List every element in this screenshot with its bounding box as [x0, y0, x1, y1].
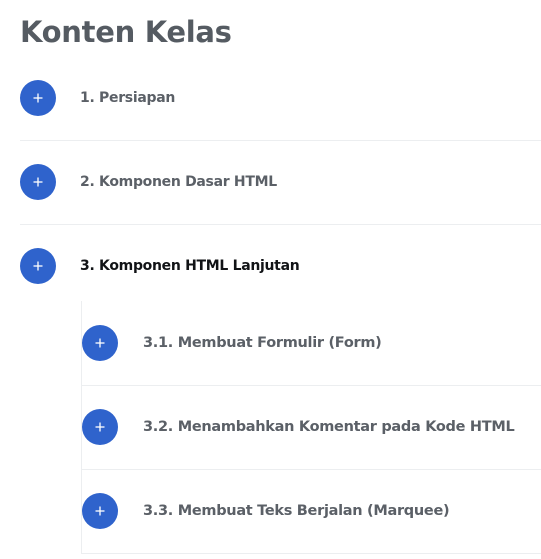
expand-subsection-button[interactable]	[82, 493, 118, 529]
expand-subsection-button[interactable]	[82, 325, 118, 361]
plus-icon	[33, 177, 43, 187]
plus-icon	[33, 261, 43, 271]
plus-icon	[95, 338, 105, 348]
section-label: 1. Persiapan	[80, 90, 176, 106]
section-label: 2. Komponen Dasar HTML	[80, 174, 277, 190]
expand-subsection-button[interactable]	[82, 409, 118, 445]
expand-section-button[interactable]	[20, 80, 56, 116]
plus-icon	[33, 93, 43, 103]
page-title: Konten Kelas	[20, 15, 232, 49]
subsection-menambahkan-komentar[interactable]: 3.2. Menambahkan Komentar pada Kode HTML	[81, 385, 541, 470]
plus-icon	[95, 422, 105, 432]
subsection-label: 3.2. Menambahkan Komentar pada Kode HTML	[143, 419, 515, 435]
subsection-membuat-formulir[interactable]: 3.1. Membuat Formulir (Form)	[81, 301, 541, 386]
section-komponen-dasar-html[interactable]: 2. Komponen Dasar HTML	[20, 140, 541, 225]
section-komponen-html-lanjutan[interactable]: 3. Komponen HTML Lanjutan	[20, 224, 541, 308]
plus-icon	[95, 506, 105, 516]
expand-section-button[interactable]	[20, 248, 56, 284]
subsection-membuat-teks-berjalan[interactable]: 3.3. Membuat Teks Berjalan (Marquee)	[81, 469, 541, 554]
section-persiapan[interactable]: 1. Persiapan	[20, 56, 541, 141]
subsection-label: 3.1. Membuat Formulir (Form)	[143, 335, 382, 351]
subsection-label: 3.3. Membuat Teks Berjalan (Marquee)	[143, 503, 450, 519]
section-label: 3. Komponen HTML Lanjutan	[80, 258, 300, 274]
expand-section-button[interactable]	[20, 164, 56, 200]
